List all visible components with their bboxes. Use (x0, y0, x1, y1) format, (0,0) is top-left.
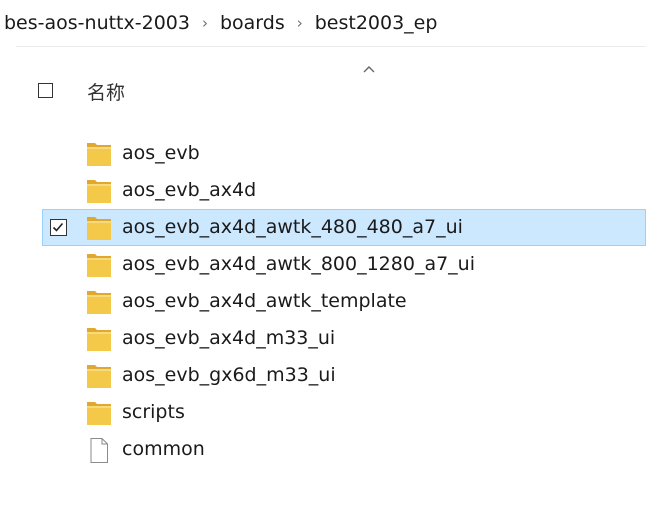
file-name: aos_evb_ax4d (122, 179, 257, 201)
file-icon (90, 438, 108, 463)
list-item[interactable]: aos_evb_ax4d_awtk_template (0, 283, 646, 320)
file-name: aos_evb_ax4d_awtk_800_1280_a7_ui (122, 253, 476, 275)
file-list: aos_evb aos_evb_ax4d aos_evb_ax4d_awtk_480… (0, 135, 646, 468)
list-item[interactable]: aos_evb_ax4d_awtk_800_1280_a7_ui (0, 246, 646, 283)
column-header[interactable]: 名称 (0, 56, 646, 132)
chevron-right-icon[interactable]: › (195, 14, 215, 32)
folder-icon (87, 180, 111, 203)
list-item[interactable]: aos_evb_ax4d (0, 172, 646, 209)
name-column-header[interactable]: 名称 (87, 78, 125, 105)
folder-icon (87, 402, 111, 425)
file-name: aos_evb_gx6d_m33_ui (122, 364, 336, 386)
select-all-checkbox[interactable] (38, 83, 53, 98)
file-name: aos_evb_ax4d_awtk_480_480_a7_ui (122, 216, 463, 238)
folder-icon (87, 217, 111, 240)
list-item[interactable]: aos_evb_ax4d_awtk_480_480_a7_ui (0, 209, 646, 246)
breadcrumb-item-root[interactable]: bes-aos-nuttx-2003 (0, 12, 195, 34)
list-item[interactable]: common (0, 431, 646, 468)
list-item[interactable]: scripts (0, 394, 646, 431)
folder-icon (87, 143, 111, 166)
list-item[interactable]: aos_evb (0, 135, 646, 172)
list-item[interactable]: aos_evb_ax4d_m33_ui (0, 320, 646, 357)
breadcrumb-item-current[interactable]: best2003_ep (310, 12, 443, 34)
file-name: aos_evb_ax4d_m33_ui (122, 327, 336, 349)
list-item[interactable]: aos_evb_gx6d_m33_ui (0, 357, 646, 394)
folder-icon (87, 291, 111, 314)
file-name: common (122, 438, 205, 460)
folder-icon (87, 365, 111, 388)
divider (16, 46, 646, 47)
folder-icon (87, 254, 111, 277)
file-name: scripts (122, 401, 185, 423)
chevron-right-icon[interactable]: › (290, 14, 310, 32)
sort-ascending-icon[interactable] (362, 62, 376, 76)
folder-icon (87, 328, 111, 351)
breadcrumb: bes-aos-nuttx-2003 › boards › best2003_e… (0, 0, 442, 46)
row-checkbox[interactable] (50, 219, 67, 236)
breadcrumb-item-boards[interactable]: boards (215, 12, 290, 34)
file-name: aos_evb_ax4d_awtk_template (122, 290, 407, 312)
file-name: aos_evb (122, 142, 200, 164)
